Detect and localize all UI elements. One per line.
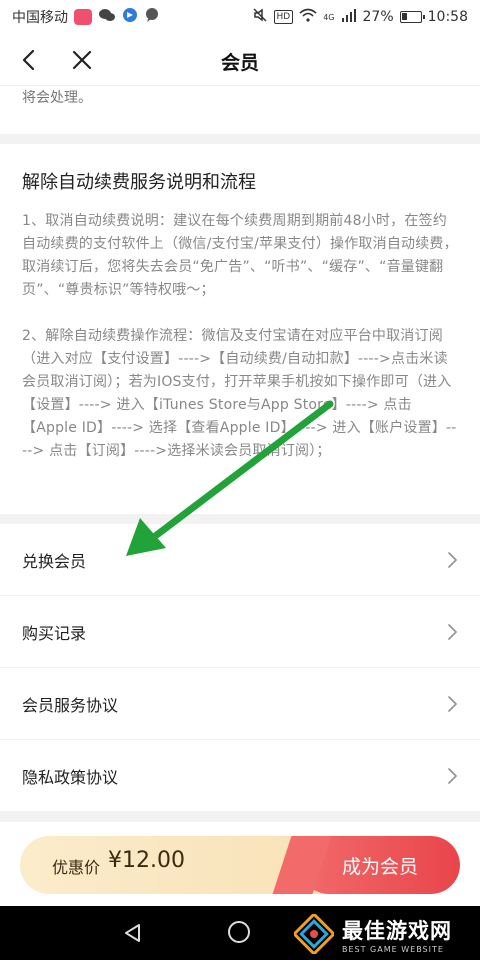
status-left: 中国移动: [12, 7, 160, 27]
mute-icon: [252, 7, 268, 27]
member-menu: 兑换会员 购买记录 会员服务协议 隐私政策协议: [0, 524, 480, 812]
purchase-bar: 优惠价 ¥12.00 成为会员: [20, 836, 460, 894]
previous-section-card: 将会处理。: [0, 86, 480, 134]
wifi-icon: [299, 8, 317, 26]
menu-item-service-agreement[interactable]: 会员服务协议: [0, 668, 480, 740]
browser-icon: [122, 7, 138, 27]
chevron-right-icon: [448, 695, 458, 712]
become-member-button[interactable]: 成为会员: [300, 836, 460, 894]
section-divider: [0, 134, 480, 144]
nav-bar: 会员: [0, 34, 480, 86]
watermark-logo-icon: [294, 914, 334, 954]
watermark-subtitle: BEST GAME WEBSITE: [342, 944, 444, 954]
chevron-right-icon: [448, 767, 458, 784]
price-value: ¥12.00: [108, 848, 185, 873]
message-icon: [144, 7, 160, 27]
menu-item-purchase-history[interactable]: 购买记录: [0, 596, 480, 668]
battery-icon: [399, 11, 425, 23]
status-right: HD 4G 27% 10:58: [252, 7, 468, 27]
page-title: 会员: [220, 52, 259, 74]
clock: 10:58: [427, 9, 468, 25]
app-notification-icon: [74, 9, 92, 25]
menu-item-label: 购买记录: [22, 623, 87, 643]
system-home-icon[interactable]: [228, 921, 250, 943]
menu-item-redeem[interactable]: 兑换会员: [0, 524, 480, 596]
menu-item-label: 隐私政策协议: [22, 767, 119, 787]
cancel-explanation-text: 1、取消自动续费说明：建议在每个续费周期到期前48小时，在签约自动续费的支付软件…: [22, 213, 458, 298]
price-label: 优惠价: [52, 858, 101, 877]
cancel-steps-text: 2、解除自动续费操作流程：微信及支付宝请在对应平台中取消订阅（进入对应【支付设置…: [22, 328, 457, 459]
chevron-right-icon: [448, 623, 458, 640]
content-scroll[interactable]: 将会处理。 解除自动续费服务说明和流程 1、取消自动续费说明：建议在每个续费周期…: [0, 86, 480, 822]
section-title: 解除自动续费服务说明和流程: [22, 172, 256, 193]
signal-icon: [341, 8, 357, 26]
menu-item-label: 会员服务协议: [22, 695, 119, 715]
carrier-label: 中国移动: [12, 10, 68, 26]
unsubscribe-info-card: 解除自动续费服务说明和流程 1、取消自动续费说明：建议在每个续费周期到期前48小…: [0, 144, 480, 514]
previous-section-text: 将会处理。: [22, 90, 92, 106]
watermark-text: 最佳游戏网 BEST GAME WEBSITE: [342, 915, 452, 954]
chevron-right-icon: [448, 551, 458, 568]
site-watermark: 最佳游戏网 BEST GAME WEBSITE: [288, 908, 480, 960]
status-bar: 中国移动 HD 4G 27% 10:58: [0, 0, 480, 34]
become-member-label: 成为会员: [341, 855, 418, 878]
wechat-icon: [98, 7, 116, 27]
purchase-area: 优惠价 ¥12.00 成为会员: [0, 822, 480, 906]
menu-item-label: 兑换会员: [22, 551, 87, 571]
hd-badge: HD: [273, 10, 294, 24]
battery-percent: 27%: [362, 9, 394, 25]
system-back-icon[interactable]: [122, 922, 144, 944]
network-type: 4G: [323, 12, 335, 22]
section-divider: [0, 514, 480, 524]
menu-item-privacy-policy[interactable]: 隐私政策协议: [0, 740, 480, 812]
watermark-title: 最佳游戏网: [342, 918, 452, 943]
